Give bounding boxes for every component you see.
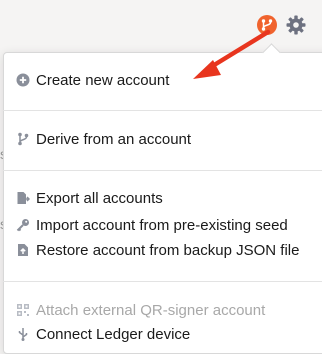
file-upload-icon [16, 243, 30, 257]
menu-item-label: Import account from pre-existing seed [36, 216, 288, 234]
menu-divider [3, 170, 322, 171]
top-bar [0, 0, 322, 50]
menu-item-label: Derive from an account [36, 130, 192, 148]
plus-circle-icon [16, 73, 30, 87]
code-branch-icon [16, 132, 30, 146]
menu-item-label: Restore account from backup JSON file [36, 241, 300, 259]
menu-item-derive-from-account[interactable]: Derive from an account [16, 127, 191, 151]
menu-item-label: Export all accounts [36, 189, 163, 207]
menu-item-export-all-accounts[interactable]: Export all accounts [16, 186, 163, 210]
menu-item-label: Create new account [36, 71, 170, 89]
menu-item-create-new-account[interactable]: Create new account [16, 68, 169, 92]
settings-button[interactable] [285, 14, 307, 36]
qrcode-icon [16, 303, 30, 317]
menu-item-restore-from-json[interactable]: Restore account from backup JSON file [16, 238, 299, 262]
menu-item-import-from-seed[interactable]: Import account from pre-existing seed [16, 213, 288, 237]
gear-icon [286, 15, 306, 35]
key-icon [16, 218, 30, 232]
menu-item-connect-ledger[interactable]: Connect Ledger device [16, 322, 190, 346]
menu-divider [3, 110, 322, 111]
menu-item-attach-qr-signer: Attach external QR-signer account [16, 298, 265, 322]
menu-item-label: Connect Ledger device [36, 325, 191, 343]
accounts-menu-button[interactable] [256, 14, 278, 36]
menu-divider [3, 281, 322, 282]
usb-icon [16, 327, 30, 341]
file-export-icon [16, 191, 30, 205]
menu-item-label: Attach external QR-signer account [36, 301, 266, 319]
accounts-branch-icon [257, 15, 277, 35]
